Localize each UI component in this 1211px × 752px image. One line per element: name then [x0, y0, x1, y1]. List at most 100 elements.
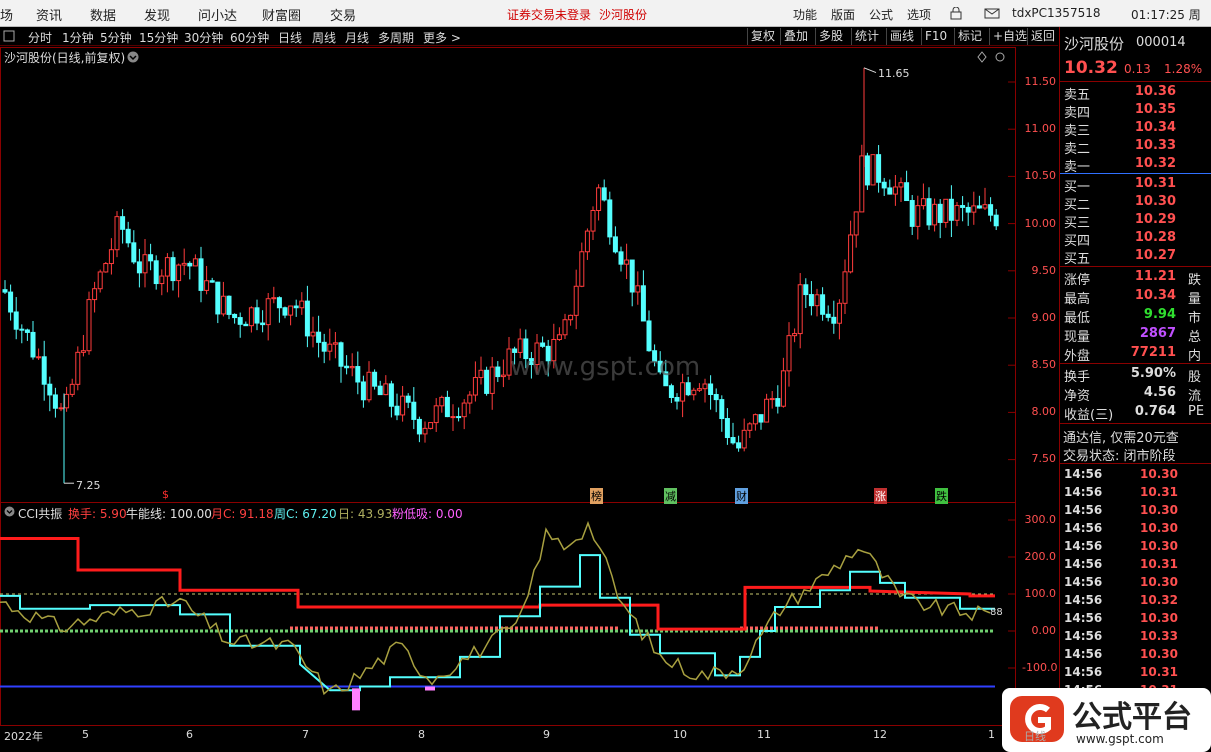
add-watchlist-button[interactable]: +自选 [989, 28, 1030, 45]
menu-item[interactable]: 场 [0, 5, 13, 24]
tick-time: 14:56 [1064, 593, 1103, 607]
candle-body [181, 262, 187, 266]
period-weekly[interactable]: 周线 [312, 29, 336, 46]
period-tick[interactable]: 分时 [28, 29, 52, 46]
event-marker[interactable]: 跌 [935, 488, 948, 504]
candle-body [982, 204, 988, 209]
candle-body [831, 316, 837, 324]
buy-5-row: 买五 10.27 [1064, 248, 1176, 267]
y-tick: 11.50 [1024, 75, 1057, 88]
period-monthly[interactable]: 月线 [345, 29, 369, 46]
stat-limit-up: 涨停 11.21 跌 [1064, 269, 1202, 288]
candle-body [52, 394, 58, 409]
candle-body [321, 341, 327, 352]
period-15min[interactable]: 15分钟 [139, 29, 178, 46]
cci-y-tick: 100.0 [1024, 587, 1057, 600]
candle-body [265, 298, 271, 326]
candle-body [461, 402, 467, 418]
menu-options[interactable]: 选项 [907, 6, 931, 23]
overlay-button[interactable]: 叠加 [780, 28, 811, 45]
candle-body [400, 395, 406, 416]
mail-icon[interactable] [984, 8, 1000, 19]
menu-item-ask[interactable]: 问小达 [198, 5, 237, 24]
period-60min[interactable]: 60分钟 [230, 29, 269, 46]
candle-body [943, 198, 949, 223]
candle-body [909, 200, 915, 227]
mark-button[interactable]: 标记 [954, 28, 985, 45]
candle-body [887, 187, 893, 195]
candle-body [428, 422, 434, 429]
candle-body [69, 383, 75, 395]
candle-body [836, 302, 842, 324]
period-daily[interactable]: 日线 [278, 29, 302, 46]
event-marker[interactable]: 涨 [874, 488, 887, 504]
menu-function[interactable]: 功能 [793, 6, 817, 23]
tick-price: 10.30 [1140, 575, 1178, 589]
restore-right-button[interactable]: 复权 [747, 28, 778, 45]
promo-text[interactable]: 通达信, 仅需20元查 [1063, 427, 1209, 446]
stats-button[interactable]: 统计 [851, 28, 882, 45]
y-tick: 11.00 [1024, 122, 1057, 135]
window-icon[interactable] [3, 30, 15, 42]
menu-item-trade[interactable]: 交易 [330, 5, 356, 24]
candle-body [971, 205, 977, 213]
tick-price: 10.30 [1140, 521, 1178, 535]
period-5min[interactable]: 5分钟 [100, 29, 132, 46]
y-tick: 9.00 [1031, 311, 1057, 324]
menu-item-news[interactable]: 资讯 [36, 5, 62, 24]
candle-body [708, 383, 714, 396]
candle-body [674, 396, 680, 402]
candle-body [187, 262, 193, 267]
candle-body [108, 249, 114, 265]
menu-item-data[interactable]: 数据 [90, 5, 116, 24]
menu-item-wealth[interactable]: 财富圈 [262, 5, 301, 24]
candle-body [624, 259, 630, 265]
tick-price: 10.30 [1140, 467, 1178, 481]
candle-body [803, 284, 809, 296]
tick-time: 14:56 [1064, 665, 1103, 679]
candle-body [120, 216, 126, 230]
candle-body [254, 307, 260, 324]
candle-body [702, 383, 708, 390]
period-more[interactable]: 更多 > [423, 29, 461, 46]
candle-body [36, 356, 42, 359]
menu-formula[interactable]: 公式 [869, 6, 893, 23]
candle-body [153, 260, 159, 285]
event-marker[interactable]: 减 [664, 488, 677, 504]
draw-button[interactable]: 画线 [886, 28, 917, 45]
cci-y-tick: -100.0 [1022, 661, 1058, 674]
stock-name: 沙河股份 [1064, 35, 1125, 53]
candle-body [568, 314, 574, 321]
menu-layout[interactable]: 版面 [831, 6, 855, 23]
tick-time: 14:56 [1064, 557, 1103, 571]
event-marker[interactable]: 财 [735, 488, 748, 504]
high-label: 11.65 [878, 67, 910, 80]
back-button[interactable]: 返回 [1027, 28, 1058, 45]
tick-time: 14:56 [1064, 611, 1103, 625]
period-30min[interactable]: 30分钟 [184, 29, 223, 46]
candlestick-chart[interactable] [0, 48, 1016, 502]
event-marker[interactable]: $ [162, 488, 169, 501]
stock-link[interactable]: 沙河股份 [599, 6, 647, 23]
period-1min[interactable]: 1分钟 [62, 29, 94, 46]
tick-price: 10.33 [1140, 629, 1178, 643]
candle-body [926, 198, 932, 226]
candle-body [864, 155, 870, 186]
cci-indicator-chart[interactable] [0, 503, 1016, 725]
event-marker[interactable]: 榜 [590, 488, 603, 504]
f10-button[interactable]: F10 [921, 28, 950, 45]
period-multi[interactable]: 多周期 [378, 29, 414, 46]
menu-item-discover[interactable]: 发现 [144, 5, 170, 24]
x-tick: 10 [673, 728, 687, 741]
candle-body [590, 209, 596, 232]
candle-body [870, 154, 876, 186]
candle-body [164, 257, 170, 277]
y-tick: 7.50 [1031, 452, 1057, 465]
candle-body [752, 414, 758, 425]
multi-stock-button[interactable]: 多股 [815, 28, 846, 45]
login-warning[interactable]: 证券交易未登录 [507, 6, 591, 23]
lock-icon[interactable] [949, 7, 963, 20]
candle-body [786, 335, 792, 372]
price-change: 0.13 [1124, 62, 1151, 76]
weekly-cci-line [0, 554, 995, 692]
